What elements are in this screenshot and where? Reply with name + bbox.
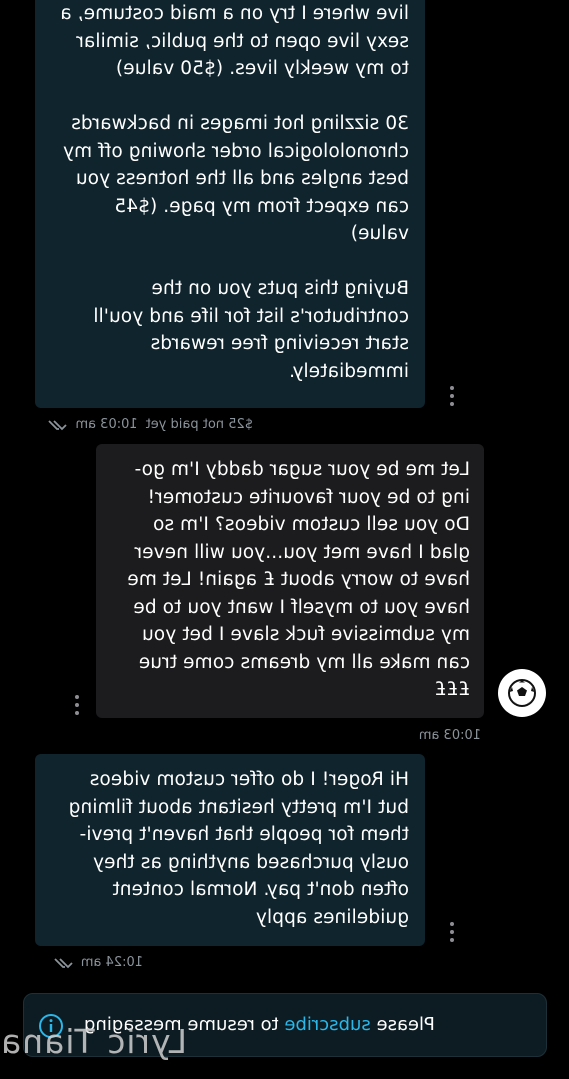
chat-screen: live where I try on a maid costume, a se… [0, 0, 569, 1079]
message-options-icon[interactable] [74, 695, 80, 715]
message-paragraph: 30 sizzling hot images in backwards chro… [62, 113, 409, 244]
message-time: 10:03 am [418, 728, 481, 743]
message-meta: $25 not paid yet 10:03 am [43, 417, 253, 432]
message-paragraph: Let me be your sugar daddy I'm go- ing t… [127, 459, 470, 700]
message-bubble-1: live where I try on a maid costume, a se… [35, 0, 425, 408]
message-time: 10:24 am [80, 955, 143, 970]
soccer-ball-icon [508, 679, 536, 707]
message-meta: 10:03 am [419, 728, 481, 743]
sender-avatar[interactable] [498, 669, 546, 717]
message-paragraph: Buying this puts you on the contributor'… [93, 278, 409, 382]
message-bubble-3: Hi Roger! I do offer custom videos but I… [35, 754, 425, 946]
message-bubble-2: Let me be your sugar daddy I'm go- ing t… [96, 444, 484, 718]
message-options-icon[interactable] [449, 922, 455, 942]
message-paragraph: live where I try on a maid costume, a se… [60, 3, 409, 79]
message-meta: 10:24 am [49, 955, 143, 970]
payment-status: $25 not paid yet [145, 417, 253, 432]
subscribe-link[interactable]: subscribe [284, 1014, 370, 1035]
read-double-check-icon [49, 957, 73, 969]
notice-text-before: Please [370, 1014, 435, 1035]
message-options-icon[interactable] [449, 386, 455, 406]
message-time: 10:03 am [75, 417, 138, 432]
read-double-check-icon [43, 419, 68, 431]
message-paragraph: Hi Roger! I do offer custom videos but I… [68, 769, 409, 928]
watermark: Lyric Tiana [0, 1022, 187, 1061]
